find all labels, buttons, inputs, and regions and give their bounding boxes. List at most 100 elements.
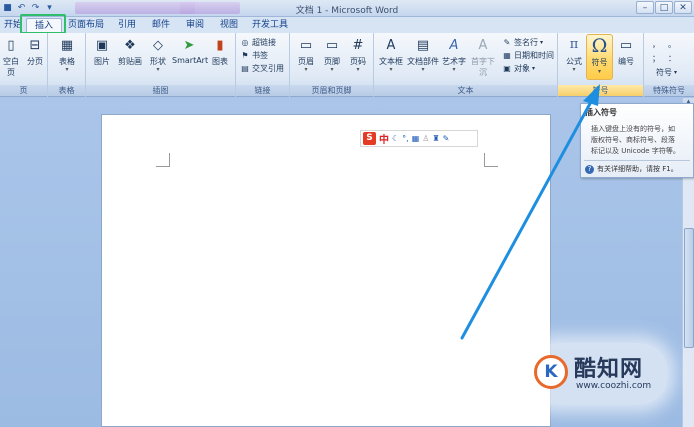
scroll-thumb[interactable] bbox=[684, 228, 694, 348]
quick-parts-icon: ▤ bbox=[416, 37, 430, 53]
shapes-icon: ◇ bbox=[153, 37, 163, 53]
close-button[interactable]: ✕ bbox=[674, 1, 692, 14]
sogou-logo-icon[interactable]: S bbox=[363, 132, 376, 145]
clipart-icon: ❖ bbox=[124, 37, 136, 53]
bookmark-icon: ⚑ bbox=[241, 50, 249, 60]
ime-language[interactable]: 中 bbox=[379, 131, 389, 146]
cross-reference-button[interactable]: ▤ 交叉引用 bbox=[240, 63, 284, 74]
picture-icon: ▣ bbox=[95, 37, 109, 53]
smartart-icon: ➤ bbox=[183, 37, 195, 53]
colon-symbol[interactable]: ： bbox=[668, 53, 682, 64]
tab-view[interactable]: 视图 bbox=[216, 18, 242, 33]
comma-symbol[interactable]: ， bbox=[652, 39, 666, 50]
ime-toolbar[interactable]: S 中 ☾ °, ▦ ♙ ♜ ✎ bbox=[360, 130, 478, 147]
period-symbol[interactable]: 。 bbox=[668, 39, 682, 50]
minimize-button[interactable]: – bbox=[636, 1, 654, 14]
group-text: A 文本框 ▾ ▤ 文档部件 ▾ A 艺术字 ▾ A 首字下沉 ✎ 签名行 ▾ ▦ 日… bbox=[374, 33, 558, 97]
page-number-button[interactable]: # 页码 ▾ bbox=[346, 35, 370, 73]
insert-tab-highlight bbox=[20, 14, 66, 34]
tab-page-layout[interactable]: 页面布局 bbox=[66, 18, 106, 33]
symbol-button[interactable]: Ω 符号 ▾ bbox=[586, 34, 613, 80]
tooltip-line: 插入键盘上没有的符号，如 bbox=[591, 125, 675, 133]
date-time-button[interactable]: ▦ 日期和时间 bbox=[502, 50, 554, 61]
tooltip-help: ? 有关详细帮助，请按 F1。 bbox=[585, 164, 678, 174]
special-symbols-row-2[interactable]: ；： bbox=[652, 53, 682, 64]
wrench-icon[interactable]: ✎ bbox=[443, 134, 450, 143]
group-label-links: 链接 bbox=[236, 85, 289, 96]
tooltip-help-text: 有关详细帮助，请按 F1。 bbox=[597, 165, 678, 173]
footer-icon: ▭ bbox=[325, 37, 339, 53]
special-symbols-row-1[interactable]: ，。 bbox=[652, 39, 682, 50]
symbol-tooltip: 插入符号 插入键盘上没有的符号，如 版权符号、商标符号、段落 标记以及 Unic… bbox=[580, 103, 694, 178]
dropdown-arrow-icon: ▾ bbox=[540, 39, 544, 46]
footer-label: 页脚 bbox=[324, 57, 340, 66]
user-icon[interactable]: ♙ bbox=[422, 134, 429, 143]
wordart-icon: A bbox=[449, 37, 459, 53]
special-symbol-label: 符号 bbox=[656, 68, 672, 77]
margin-corner bbox=[484, 153, 498, 167]
equation-button[interactable]: π 公式 ▾ bbox=[562, 35, 586, 73]
signature-line-label: 签名行 bbox=[514, 38, 538, 47]
dropdown-arrow-icon: ▾ bbox=[572, 66, 576, 73]
picture-label: 图片 bbox=[94, 57, 110, 66]
group-label-tables: 表格 bbox=[48, 85, 85, 96]
shapes-label: 形状 bbox=[150, 57, 166, 66]
dropcap-button[interactable]: A 首字下沉 bbox=[468, 35, 498, 78]
tooltip-line: 版权符号、商标符号、段落 bbox=[591, 136, 675, 144]
numbering-button[interactable]: ▭ 编号 bbox=[614, 35, 638, 67]
tab-developer[interactable]: 开发工具 bbox=[250, 18, 290, 33]
textbox-button[interactable]: A 文本框 ▾ bbox=[378, 35, 404, 73]
punctuation-icon[interactable]: °, bbox=[402, 134, 409, 143]
footer-button[interactable]: ▭ 页脚 ▾ bbox=[320, 35, 344, 73]
numbering-icon: ▭ bbox=[619, 37, 633, 53]
blank-page-button[interactable]: ▯ 空白页 bbox=[0, 35, 22, 78]
group-label-text: 文本 bbox=[374, 85, 557, 96]
quick-parts-button[interactable]: ▤ 文档部件 ▾ bbox=[406, 35, 440, 73]
wordart-button[interactable]: A 艺术字 ▾ bbox=[440, 35, 468, 73]
shapes-button[interactable]: ◇ 形状 ▾ bbox=[146, 35, 170, 73]
globe-icon: ◎ bbox=[241, 37, 249, 47]
dropdown-arrow-icon: ▾ bbox=[597, 68, 601, 75]
group-label-pages: 页 bbox=[0, 85, 47, 96]
bookmark-button[interactable]: ⚑ 书签 bbox=[240, 50, 268, 61]
object-icon: ▣ bbox=[503, 63, 511, 73]
tab-mailings[interactable]: 邮件 bbox=[148, 18, 174, 33]
header-button[interactable]: ▭ 页眉 ▾ bbox=[294, 35, 318, 73]
hyperlink-button[interactable]: ◎ 超链接 bbox=[240, 37, 277, 48]
dropdown-arrow-icon: ▾ bbox=[356, 66, 360, 73]
special-symbol-button[interactable]: 符号 ▾ bbox=[656, 67, 677, 78]
group-label-header-footer: 页眉和页脚 bbox=[290, 85, 373, 96]
chart-button[interactable]: ▮ 图表 bbox=[208, 35, 232, 67]
dropdown-arrow-icon: ▾ bbox=[389, 66, 393, 73]
dropdown-arrow-icon: ▾ bbox=[330, 66, 334, 73]
textbox-icon: A bbox=[386, 37, 396, 53]
group-illustrations: ▣ 图片 ❖ 剪贴画 ◇ 形状 ▾ ➤ SmartArt ▮ 图表 插图 bbox=[86, 33, 236, 97]
page-break-button[interactable]: ⊟ 分页 bbox=[24, 35, 46, 67]
date-time-label: 日期和时间 bbox=[514, 51, 554, 60]
moon-icon[interactable]: ☾ bbox=[392, 134, 399, 143]
signature-line-button[interactable]: ✎ 签名行 ▾ bbox=[502, 37, 543, 48]
watermark-name: 酷知网 bbox=[574, 357, 644, 382]
object-button[interactable]: ▣ 对象 ▾ bbox=[502, 63, 535, 74]
dropdown-arrow-icon: ▾ bbox=[304, 66, 308, 73]
maximize-button[interactable]: □ bbox=[655, 1, 673, 14]
tab-references[interactable]: 引用 bbox=[114, 18, 140, 33]
dropdown-arrow-icon: ▾ bbox=[452, 66, 456, 73]
textbox-label: 文本框 bbox=[379, 57, 403, 66]
group-label-special: 特殊符号 bbox=[644, 85, 694, 96]
clipart-button[interactable]: ❖ 剪贴画 bbox=[116, 35, 144, 67]
smartart-button[interactable]: ➤ SmartArt bbox=[172, 35, 209, 66]
picture-button[interactable]: ▣ 图片 bbox=[90, 35, 114, 67]
chart-icon: ▮ bbox=[216, 37, 224, 53]
help-icon: ? bbox=[585, 164, 594, 174]
tab-review[interactable]: 审阅 bbox=[182, 18, 208, 33]
header-icon: ▭ bbox=[299, 37, 313, 53]
table-button[interactable]: ▦ 表格 ▾ bbox=[56, 35, 78, 73]
table-label: 表格 bbox=[59, 57, 75, 66]
smartart-label: SmartArt bbox=[172, 56, 209, 65]
skin-icon[interactable]: ♜ bbox=[432, 134, 439, 143]
cross-reference-icon: ▤ bbox=[241, 63, 249, 73]
keyboard-icon[interactable]: ▦ bbox=[412, 134, 420, 143]
document-page[interactable] bbox=[101, 114, 551, 427]
semicolon-symbol[interactable]: ； bbox=[652, 53, 666, 64]
